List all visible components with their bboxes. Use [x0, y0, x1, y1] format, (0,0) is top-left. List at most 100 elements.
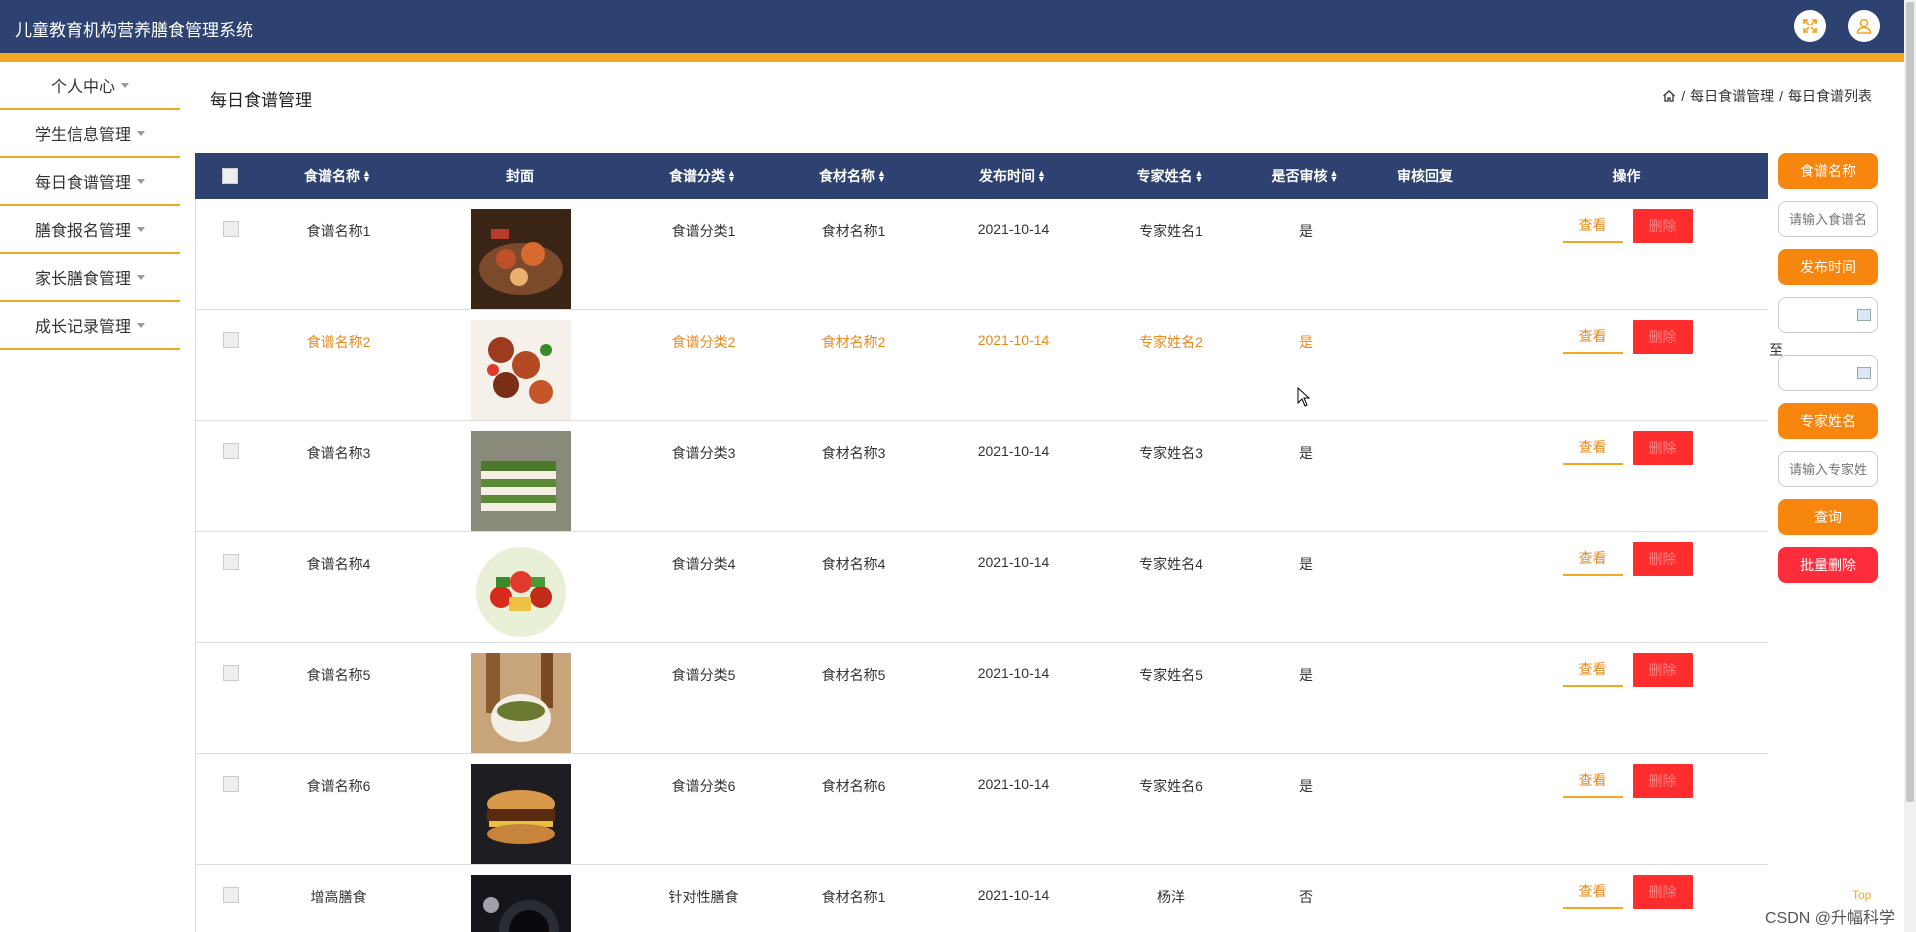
sidebar-item-daily-recipe[interactable]: 每日食谱管理 [0, 158, 180, 206]
row-checkbox[interactable] [223, 887, 239, 903]
cell-ops: 查看 删除 [1486, 431, 1769, 531]
cell-category: 食谱分类1 [671, 223, 736, 239]
delete-button[interactable]: 删除 [1632, 542, 1693, 576]
page-title: 每日食谱管理 [210, 91, 312, 110]
view-button[interactable]: 查看 [1562, 431, 1623, 465]
scrollbar-thumb[interactable] [1906, 2, 1914, 802]
view-button[interactable]: 查看 [1562, 542, 1623, 576]
row-checkbox[interactable] [223, 221, 239, 237]
table-row[interactable]: 增高膳食 针对性膳食 食材名称1 2021-10-14 杨洋 否 查看 删除 [195, 865, 1768, 932]
column-header-audited[interactable]: 是否审核 ▲ ▼ [1245, 166, 1365, 186]
cell-ops: 查看 删除 [1486, 542, 1769, 642]
row-checkbox[interactable] [223, 332, 239, 348]
cell-category: 食谱分类4 [671, 556, 736, 572]
cell-ingredient: 食材名称1 [821, 889, 886, 905]
sidebar-item-label: 成长记录管理 [34, 319, 131, 336]
table-header: 食谱名称 ▲ ▼ 封面 食谱分类 ▲ ▼ 食材名称 ▲ ▼ 发布时间 ▲ ▼ 专家姓名 ▲ ▼ 是否… [195, 153, 1768, 199]
table-row[interactable]: 食谱名称3 食谱分类3 食材名称3 2021-10-14 专家姓名3 是 查看 … [195, 421, 1768, 532]
row-checkbox[interactable] [223, 776, 239, 792]
row-checkbox[interactable] [223, 665, 239, 681]
cell-reply [1366, 209, 1486, 309]
date-end-input[interactable] [1778, 355, 1878, 391]
batch-delete-button[interactable]: 批量删除 [1778, 547, 1878, 583]
table-row[interactable]: 食谱名称5 食谱分类5 食材名称5 2021-10-14 专家姓名5 是 查看 … [195, 643, 1768, 754]
sidebar-item-student-info[interactable]: 学生信息管理 [0, 110, 180, 158]
vertical-scrollbar[interactable] [1904, 0, 1916, 932]
column-header-reply: 审核回复 [1397, 168, 1453, 184]
user-button[interactable] [1848, 10, 1880, 42]
cell-name: 食谱名称6 [306, 778, 371, 794]
sidebar: 个人中心 学生信息管理 每日食谱管理 膳食报名管理 家长膳食管理 成长记录管理 [0, 62, 180, 350]
cell-audited: 是 [1299, 445, 1313, 461]
app-header: 儿童教育机构营养膳食管理系统 [0, 0, 1904, 53]
column-header-name[interactable]: 食谱名称 ▲ ▼ [265, 166, 410, 186]
query-button[interactable]: 查询 [1778, 499, 1878, 535]
cell-date: 2021-10-14 [977, 332, 1050, 348]
sort-icon: ▲ ▼ [1194, 168, 1204, 184]
delete-button[interactable]: 删除 [1632, 209, 1693, 243]
fullscreen-button[interactable] [1794, 10, 1826, 42]
breadcrumb-item[interactable]: 每日食谱管理 [1690, 86, 1774, 106]
date-range-to-label: 至 [1769, 342, 1783, 358]
delete-button[interactable]: 删除 [1632, 653, 1693, 687]
calendar-icon [1857, 309, 1871, 321]
column-header-ops: 操作 [1612, 168, 1641, 184]
delete-button[interactable]: 删除 [1632, 320, 1693, 354]
calendar-icon [1857, 367, 1871, 379]
table-row[interactable]: 食谱名称6 食谱分类6 食材名称6 2021-10-14 专家姓名6 是 查看 … [195, 754, 1768, 865]
cell-reply [1366, 431, 1486, 531]
select-all-checkbox[interactable] [222, 168, 238, 184]
watermark: CSDN @升幅科学 [1765, 910, 1896, 927]
sort-icon: ▲ ▼ [1329, 168, 1339, 184]
cell-category: 食谱分类5 [671, 667, 736, 683]
chevron-down-icon [137, 178, 145, 184]
view-button[interactable]: 查看 [1562, 320, 1623, 354]
view-button[interactable]: 查看 [1562, 875, 1623, 909]
table-row[interactable]: 食谱名称4 食谱分类4 食材名称4 2021-10-14 专家姓名4 是 查看 … [195, 532, 1768, 643]
cell-expert: 专家姓名1 [1139, 223, 1203, 239]
sidebar-item-personal-center[interactable]: 个人中心 [0, 62, 180, 110]
expert-name-input[interactable] [1778, 451, 1878, 487]
cell-expert: 专家姓名4 [1139, 556, 1203, 572]
column-header-date[interactable]: 发布时间 ▲ ▼ [930, 166, 1095, 186]
cell-ops: 查看 删除 [1486, 764, 1769, 864]
delete-button[interactable]: 删除 [1632, 875, 1693, 909]
cell-expert: 杨洋 [1157, 889, 1185, 905]
view-button[interactable]: 查看 [1562, 209, 1623, 243]
sidebar-item-growth-record[interactable]: 成长记录管理 [0, 302, 180, 350]
cell-date: 2021-10-14 [977, 554, 1050, 570]
recipe-cover-image[interactable] [471, 542, 571, 642]
recipe-cover-image[interactable] [471, 764, 571, 864]
sort-icon: ▲ ▼ [1037, 168, 1046, 184]
sidebar-item-parent-meal[interactable]: 家长膳食管理 [0, 254, 180, 302]
delete-button[interactable]: 删除 [1632, 764, 1693, 798]
cell-ingredient: 食材名称6 [821, 778, 886, 794]
recipe-cover-image[interactable] [471, 320, 571, 420]
recipe-name-input[interactable] [1778, 201, 1878, 237]
recipe-cover-image[interactable] [471, 653, 571, 753]
cell-ops: 查看 删除 [1486, 209, 1769, 309]
recipe-cover-image[interactable] [471, 431, 571, 531]
back-to-top-link[interactable]: Top [1852, 888, 1871, 902]
view-button[interactable]: 查看 [1562, 764, 1623, 798]
column-header-expert[interactable]: 专家姓名 ▲ ▼ [1095, 166, 1245, 186]
cell-category: 食谱分类3 [671, 445, 736, 461]
home-icon[interactable] [1662, 89, 1676, 103]
date-start-input[interactable] [1778, 297, 1878, 333]
view-button[interactable]: 查看 [1562, 653, 1623, 687]
cell-ingredient: 食材名称3 [821, 445, 886, 461]
sidebar-item-meal-signup[interactable]: 膳食报名管理 [0, 206, 180, 254]
column-header-ingredient[interactable]: 食材名称 ▲ ▼ [775, 166, 930, 186]
cell-name: 食谱名称3 [306, 445, 371, 461]
row-checkbox[interactable] [223, 554, 239, 570]
app-title: 儿童教育机构营养膳食管理系统 [15, 21, 253, 40]
recipe-cover-image[interactable] [471, 209, 571, 309]
recipe-cover-image[interactable] [471, 875, 571, 932]
cell-reply [1366, 764, 1486, 864]
delete-button[interactable]: 删除 [1632, 431, 1693, 465]
table-row[interactable]: 食谱名称2 食谱分类2 食材名称2 2021-10-14 专家姓名2 是 查看 … [195, 310, 1768, 421]
row-checkbox[interactable] [223, 443, 239, 459]
column-header-category[interactable]: 食谱分类 ▲ ▼ [630, 166, 775, 186]
cell-expert: 专家姓名6 [1139, 778, 1203, 794]
table-row[interactable]: 食谱名称1 食谱分类1 食材名称1 2021-10-14 专家姓名1 是 查看 … [195, 199, 1768, 310]
